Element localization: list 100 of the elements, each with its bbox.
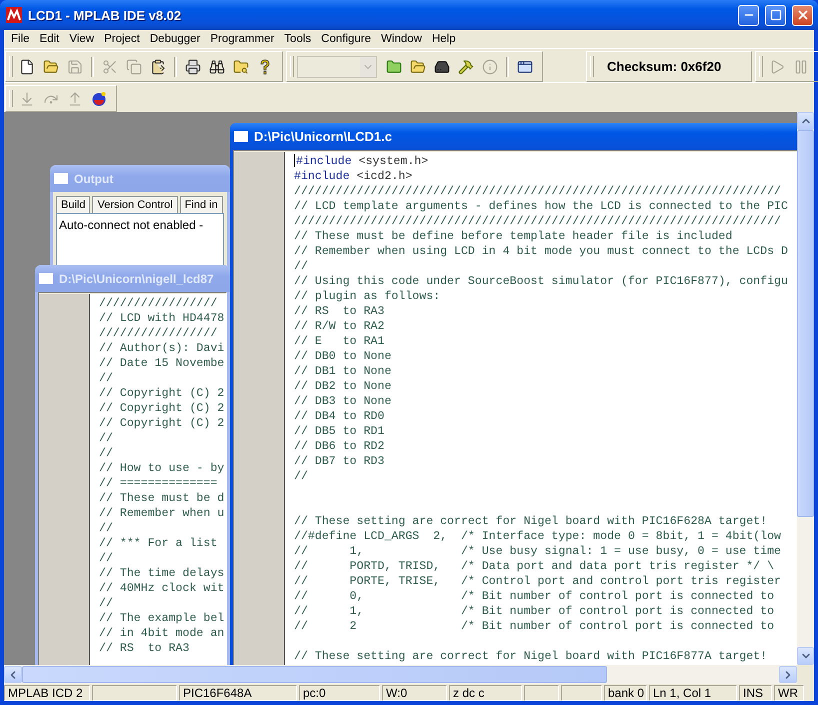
status-pane: [561, 685, 602, 701]
code-line: #include <icd2.h>: [294, 169, 412, 184]
code-line: // Remember when using LCD in 4 bit mode you must connect to the LCDs D: [294, 244, 788, 259]
tab[interactable]: Build: [56, 196, 90, 213]
code-line: //////////////////////////////////////////////////////////////////////: [294, 214, 782, 229]
code-line: // These must be d: [99, 491, 224, 506]
code-line: // plugin as follows:: [294, 289, 440, 304]
printer-icon: [185, 58, 201, 74]
code-line: //: [294, 259, 308, 274]
new-folder-icon: [386, 58, 402, 74]
checksum-label: Checksum: 0x6f20: [607, 59, 722, 74]
menu-item[interactable]: View: [64, 33, 100, 45]
code-line: // R/W to RA2: [294, 319, 384, 334]
folder-icon: [410, 58, 426, 74]
code-line: // RS to RA3: [294, 304, 384, 319]
status-text: WR: [778, 686, 798, 700]
hammer-icon: [458, 58, 474, 74]
window-title: D:\Pic\Unicorn\LCD1.c: [254, 129, 392, 144]
code-line: // RS to RA3: [99, 641, 190, 656]
folder-search-icon: [233, 58, 249, 74]
ball-icon: [91, 90, 107, 106]
menu-item[interactable]: Programmer: [205, 33, 280, 45]
code-line: // ==============: [99, 476, 218, 491]
code-line: // Copyright (C) 2: [99, 416, 224, 431]
code-line: // These setting are correct for Nigel board with PIC16F628A target!: [294, 514, 768, 529]
clipboard-icon: [150, 58, 166, 74]
status-text: Ln 1, Col 1: [653, 686, 712, 700]
window-title: LCD1 - MPLAB IDE v8.02: [28, 8, 182, 22]
code-line: // 1, /* Use busy signal: 1 = use busy, 0 = use time: [294, 544, 782, 559]
new-file-icon: [19, 58, 35, 74]
status-text: W:0: [386, 686, 408, 700]
code-line: // PORTE, TRISE, /* Control port and control port tris register: [294, 574, 782, 589]
code-line: //: [99, 446, 113, 461]
code-line: //: [99, 521, 113, 536]
code-line: //: [99, 371, 113, 386]
step-out-icon: [67, 90, 83, 106]
code-line: // Copyright (C) 2: [99, 401, 224, 416]
code-line: // E to RA1: [294, 334, 384, 349]
code-line: // The time delays: [99, 566, 224, 581]
code-line: // Remember when u: [99, 506, 224, 521]
help-icon: [259, 58, 271, 74]
close-button[interactable]: [792, 4, 813, 26]
status-text: bank 0: [608, 686, 644, 700]
close-icon: [796, 8, 810, 22]
menu-item[interactable]: Debugger: [144, 33, 206, 45]
horizontal-scrollbar[interactable]: [4, 665, 797, 684]
code-line: // Using this code under SourceBoost simulator (for PIC16F877), configu: [294, 274, 788, 289]
code-line: // LCD with HD4478: [99, 311, 224, 326]
window-icon: [234, 131, 248, 142]
code-line: // 1, /* Bit number of control port is connected to: [294, 604, 774, 619]
status-pane: [524, 685, 559, 701]
code-line: // DB6 to RD2: [294, 439, 384, 454]
menu-item[interactable]: Edit: [34, 33, 64, 45]
code-line: // 2 /* Bit number of control port is connected to: [294, 619, 774, 634]
vertical-scrollbar[interactable]: [797, 112, 814, 665]
status-text: INS: [743, 686, 764, 700]
menu-item[interactable]: Tools: [279, 33, 316, 45]
maximize-icon: [770, 9, 782, 21]
code-line: // LCD template arguments - defines how the LCD is connected to the PIC: [294, 199, 788, 214]
app-logo-icon: [6, 7, 22, 23]
code-line: // Author(s): Davi: [99, 341, 224, 356]
code-line: // Copyright (C) 2: [99, 386, 224, 401]
code-line: // How to use - by: [99, 461, 224, 476]
window-icon: [517, 58, 533, 74]
info-icon: [482, 58, 498, 74]
maximize-button[interactable]: [765, 4, 786, 26]
window-icon: [54, 173, 68, 184]
menu-item[interactable]: Window: [376, 33, 427, 45]
code-line: // DB0 to None: [294, 349, 392, 364]
code-line: // DB1 to None: [294, 364, 392, 379]
code-line: // Date 15 Novembe: [99, 356, 224, 371]
menu-item[interactable]: File: [6, 33, 35, 45]
code-line: // DB2 to None: [294, 379, 392, 394]
code-line: // in 4bit mode an: [99, 626, 224, 641]
window-title: Output: [74, 172, 114, 186]
code-line: //: [99, 596, 113, 611]
status-text: MPLAB ICD 2: [8, 686, 83, 700]
code-line: // DB3 to None: [294, 394, 392, 409]
code-line: //: [99, 431, 113, 446]
code-line: /////////////////: [99, 296, 218, 311]
scissors-icon: [102, 58, 118, 74]
code-line: // 40MHz clock wit: [99, 581, 224, 596]
tab[interactable]: Find in: [180, 196, 223, 213]
code-line: /////////////////: [99, 326, 218, 341]
menu-item[interactable]: Help: [426, 33, 461, 45]
code-line: //////////////////////////////////////////////////////////////////////: [294, 184, 782, 199]
code-line: // *** For a list: [99, 536, 218, 551]
code-line: // DB7 to RD3: [294, 454, 384, 469]
code-line: // 0, /* Bit number of control port is connected to: [294, 589, 774, 604]
status-text: z dc c: [453, 686, 484, 700]
code-line: #include <system.h>: [294, 154, 428, 169]
code-line: // These setting are correct for Nigel board with PIC16F877A target!: [294, 649, 768, 664]
code-line: // PORTD, TRISD, /* Data port and data port tris register */ \: [294, 559, 774, 574]
window-title: D:\Pic\Unicorn\nigell_lcd87: [59, 272, 214, 286]
minimize-button[interactable]: [738, 4, 759, 26]
menu-item[interactable]: Configure: [316, 33, 376, 45]
tab[interactable]: Version Control: [92, 196, 178, 213]
code-line: // DB4 to RD0: [294, 409, 384, 424]
menu-item[interactable]: Project: [99, 33, 145, 45]
step-into-icon: [19, 90, 35, 106]
